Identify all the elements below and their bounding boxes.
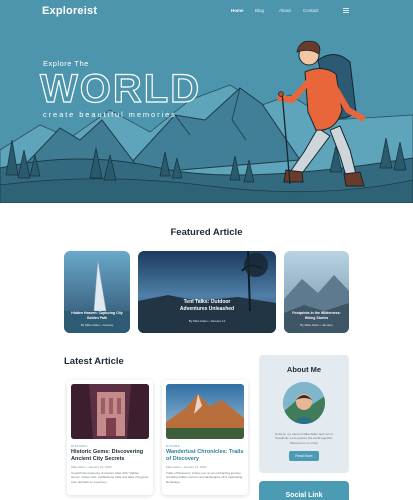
about-text: Hi there, my name is Mike Aiden and I am… xyxy=(274,432,334,445)
featured-card-2[interactable]: Tent Talks: Outdoor Adventures Unleashed… xyxy=(138,251,276,333)
read-more-button[interactable]: Read More xyxy=(289,451,319,461)
nav-link-about[interactable]: About xyxy=(279,8,303,13)
post-2-date: January 12, 2024 xyxy=(183,465,207,469)
avatar xyxy=(283,382,325,424)
list-icon[interactable] xyxy=(343,8,349,13)
nav-link-contact[interactable]: Contact xyxy=(303,8,327,13)
post-1-meta: Mike Aiden • January 22, 2024 xyxy=(71,465,112,469)
nav-links: Home Blog About Contact xyxy=(231,8,327,13)
featured-image-1 xyxy=(64,251,130,333)
hero-tagline: create beautiful memories xyxy=(43,110,177,119)
featured-card-1-meta: By Mike Aiden • January xyxy=(80,323,114,327)
post-1-author: Mike Aiden xyxy=(71,465,86,469)
nav-link-home[interactable]: Home xyxy=(231,8,255,13)
about-heading: About Me xyxy=(286,365,322,374)
post-1-excerpt: Unearth the treasures of ancient cities … xyxy=(71,471,149,484)
featured-card-3-meta: By Mike Aiden • January xyxy=(300,323,333,327)
post-2-meta: Mike Aiden • January 12, 2024 xyxy=(166,465,207,469)
social-heading: Social Link xyxy=(285,492,323,499)
social-widget: Social Link xyxy=(259,481,349,500)
hero-banner: Exploreist Home Blog About Contact Explo… xyxy=(0,0,413,203)
post-1-date: January 22, 2024 xyxy=(88,465,112,469)
site-logo[interactable]: Exploreist xyxy=(42,5,97,17)
hero-title-text: WORLD xyxy=(40,68,201,108)
featured-card-3[interactable]: Footprints in the Wilderness: Hiking Sto… xyxy=(284,251,349,333)
post-1-category[interactable]: HISTORIC xyxy=(71,444,88,448)
featured-card-3-title: Footprints in the Wilderness: Hiking Sto… xyxy=(292,311,341,320)
post-image-1 xyxy=(71,384,149,439)
post-image-2 xyxy=(166,384,244,439)
featured-card-2-meta: By Mike Aiden • January 12 xyxy=(188,319,226,323)
featured-card-2-title: Tent Talks: Outdoor Adventures Unleashed xyxy=(179,299,235,312)
featured-card-1[interactable]: Hidden Heaven: Capturing City Golden Pat… xyxy=(64,251,130,333)
post-1-title[interactable]: Historic Gems: Discovering Ancient City … xyxy=(71,449,149,463)
post-2-excerpt: Trails of Discovery' invites you on an e… xyxy=(166,471,243,484)
post-card-2[interactable]: NATURE Wanderlust Chronicles: Trails of … xyxy=(162,380,248,495)
hero-subtitle: Explore The xyxy=(43,59,89,68)
featured-image-3 xyxy=(284,251,349,333)
post-card-1[interactable]: HISTORIC Historic Gems: Discovering Anci… xyxy=(67,380,153,495)
post-2-title[interactable]: Wanderlust Chronicles: Trails of Discove… xyxy=(166,449,244,463)
about-widget: About Me Hi there, my name is Mike Aiden… xyxy=(259,355,349,473)
post-2-author: Mike Aiden xyxy=(166,465,181,469)
post-2-category[interactable]: NATURE xyxy=(166,444,180,448)
featured-heading: Featured Article xyxy=(170,227,243,238)
nav-link-blog[interactable]: Blog xyxy=(255,8,279,13)
latest-heading: Latest Article xyxy=(64,356,124,367)
hero-title: WORLD xyxy=(39,68,201,108)
top-nav: Exploreist Home Blog About Contact xyxy=(0,0,413,24)
featured-card-1-title: Hidden Heaven: Capturing City Golden Pat… xyxy=(71,311,123,320)
